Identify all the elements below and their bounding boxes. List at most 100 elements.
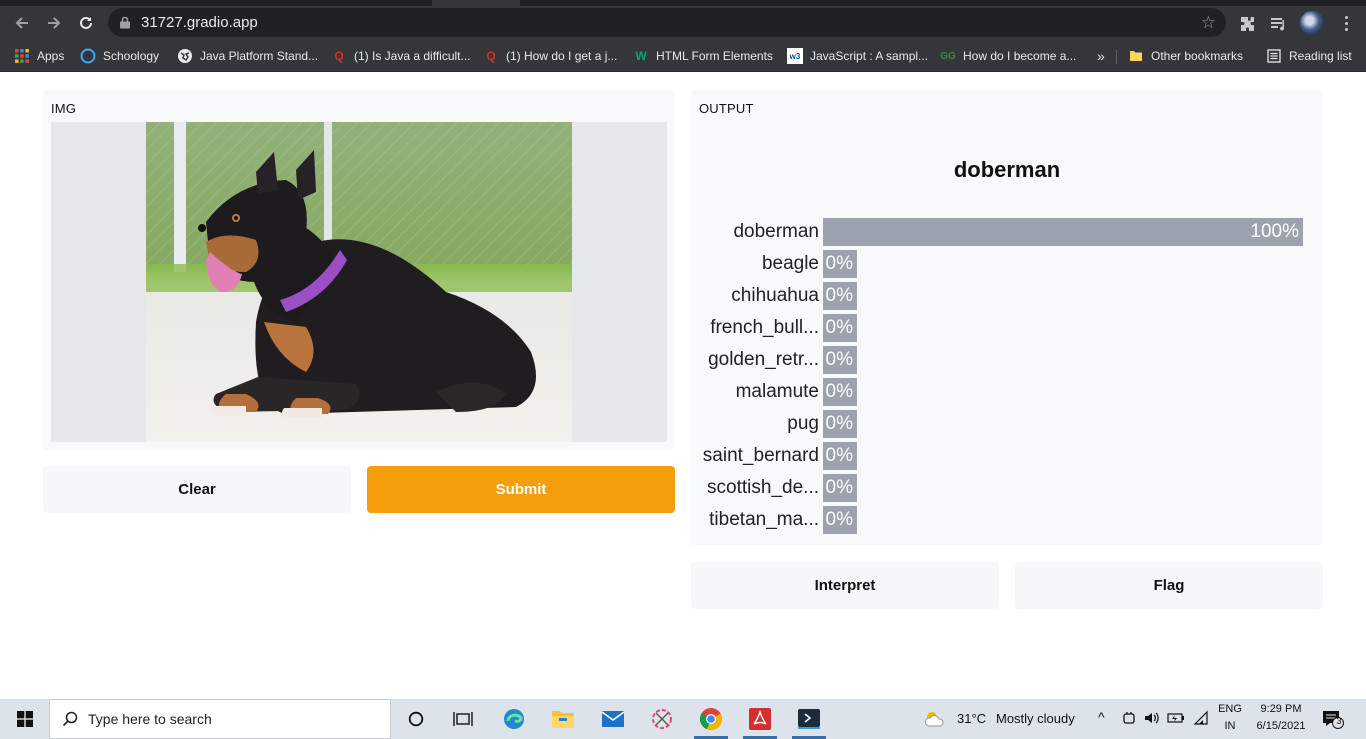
language-code[interactable]: ENG [1216,703,1244,715]
bookmark-star-icon[interactable]: ☆ [1201,14,1216,31]
meet-now-icon[interactable] [1121,710,1137,729]
bookmark-java-platform[interactable]: Java Platform Stand... [177,47,318,65]
chrome-menu-icon[interactable] [1336,13,1356,33]
confidence-row: chihuahua 0% [699,282,1319,310]
dog-photo-image [146,122,572,442]
cortana-button[interactable] [393,699,439,739]
bookmark-html-form[interactable]: W HTML Form Elements [633,47,773,65]
region-code[interactable]: IN [1216,720,1244,732]
tray-expand-chevron-icon[interactable]: ^ [1098,709,1105,725]
weather-condition[interactable]: Mostly cloudy [996,711,1075,726]
confidence-row: malamute 0% [699,378,1319,406]
forward-button[interactable] [43,12,65,34]
w3c-icon: w3 [787,48,803,64]
bookmark-label: Other bookmarks [1151,49,1244,63]
volume-icon[interactable] [1143,710,1161,729]
extensions-puzzle-icon[interactable] [1237,14,1257,34]
taskbar-acrobat[interactable] [737,699,783,739]
clock-date[interactable]: 6/15/2021 [1252,720,1310,732]
partly-cloudy-icon [925,712,944,727]
gradio-page: IMG Clear Submit OUTPUT doberman doberma… [0,73,1366,699]
address-bar[interactable]: 31727.gradio.app ☆ [108,8,1226,37]
bookmark-schoology[interactable]: Schoology [80,47,159,65]
arrow-left-icon [15,17,28,29]
confidence-row: doberman 100% [699,218,1319,246]
bookmark-label: HTML Form Elements [656,49,773,63]
quora-icon: Q [486,49,496,63]
confidence-bar: 0% [823,506,857,534]
clear-button[interactable]: Clear [43,466,351,513]
lock-icon [120,16,130,29]
confidence-bar: 100% [823,218,1303,246]
bookmark-label: (1) Is Java a difficult... [354,49,471,63]
taskbar-snip[interactable] [639,699,685,739]
confidence-label: doberman [733,221,819,242]
confidence-bar: 0% [823,474,857,502]
mail-icon [601,711,625,727]
weather-widget-icon[interactable] [914,699,956,739]
clock-time[interactable]: 9:29 PM [1252,703,1310,715]
confidence-row: french_bull... 0% [699,314,1319,342]
interpret-button[interactable]: Interpret [691,562,999,609]
taskbar-file-explorer[interactable] [540,699,586,739]
bookmark-quora-2[interactable]: Q (1) How do I get a j... [483,47,617,65]
bookmarks-overflow-button[interactable]: » [1097,47,1105,65]
image-upload-area[interactable] [51,122,667,442]
media-control-icon[interactable] [1269,14,1289,34]
confidence-row: tibetan_ma... 0% [699,506,1319,534]
notification-count: 3 [1336,716,1342,726]
bookmark-label: Schoology [103,49,160,63]
output-label: OUTPUT [699,101,754,116]
reload-button[interactable] [75,12,97,34]
bookmark-apps[interactable]: Apps [14,47,64,65]
bookmark-label: JavaScript : A sampl... [810,49,929,63]
bookmark-quora-1[interactable]: Q (1) Is Java a difficult... [331,47,471,65]
schoology-icon [80,48,96,64]
wifi-icon[interactable] [1193,710,1209,729]
acrobat-icon [749,708,771,730]
flag-button[interactable]: Flag [1015,562,1323,609]
taskbar-chrome[interactable] [688,699,734,739]
search-icon [62,711,78,727]
start-button[interactable] [2,699,48,739]
bookmark-label: (1) How do I get a j... [506,49,618,63]
confidence-row: golden_retr... 0% [699,346,1319,374]
folder-icon [1128,48,1144,64]
task-view-button[interactable] [440,699,486,739]
bookmark-reading-list[interactable]: Reading list [1266,47,1352,65]
overflow-chevron-icon: » [1097,48,1105,64]
bookmark-label: How do I become a... [963,49,1077,63]
taskbar-terminal[interactable] [786,699,832,739]
w3-icon: W [635,49,647,63]
taskbar-search-box[interactable]: Type here to search [49,699,391,739]
globe-icon [177,48,193,64]
bookmark-label: Apps [37,49,65,63]
profile-avatar[interactable] [1300,11,1324,35]
weather-temp[interactable]: 31°C [957,711,986,726]
search-placeholder: Type here to search [88,711,212,727]
task-view-icon [453,712,473,726]
confidence-label: pug [787,413,819,434]
confidence-bar: 0% [823,410,857,438]
confidence-bar: 0% [823,346,857,374]
bookmark-other[interactable]: Other bookmarks [1128,47,1243,65]
snipping-tool-icon [652,709,672,729]
reload-icon [80,16,92,29]
battery-icon[interactable] [1167,710,1185,729]
notification-center-button[interactable]: 3 [1322,709,1344,732]
input-label: IMG [51,101,77,116]
taskbar-mail[interactable] [590,699,636,739]
bookmark-gfg[interactable]: GG How do I become a... [940,47,1076,65]
input-panel: IMG [43,90,675,450]
bookmark-javascript[interactable]: w3 JavaScript : A sampl... [787,47,928,65]
confidence-label: golden_retr... [708,349,819,370]
windows-taskbar: Type here to search 31°C Mostly cloudy ^ [0,699,1366,739]
confidence-bar: 0% [823,314,857,342]
taskbar-edge[interactable] [491,699,537,739]
folder-icon [552,711,574,728]
submit-button[interactable]: Submit [367,466,675,513]
bookmarks-bar: Apps Schoology Java Platform Stand... Q … [0,40,1366,72]
reading-list-icon [1266,48,1282,64]
back-button[interactable] [11,12,33,34]
terminal-icon [798,709,820,729]
